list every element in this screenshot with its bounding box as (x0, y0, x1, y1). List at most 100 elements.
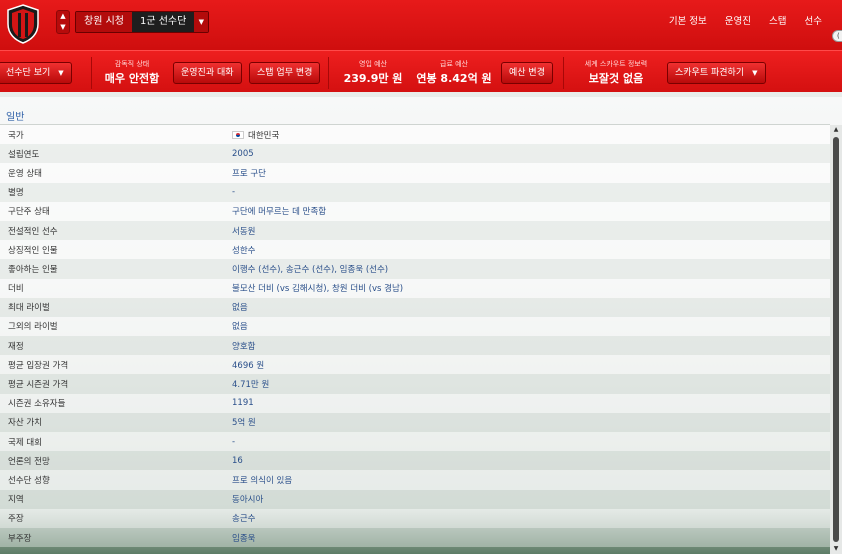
nav-players[interactable]: 선수 (805, 13, 822, 27)
info-row: 선수단 성향 프로 의식이 있음 (0, 470, 830, 490)
info-label: 좋아하는 인물 (8, 264, 58, 275)
info-label: 구단주 상태 (8, 207, 50, 218)
info-label: 재정 (8, 341, 24, 352)
info-value: 동아시아 (232, 495, 264, 506)
arrow-down-icon[interactable]: ▼ (57, 22, 69, 33)
info-row: 평균 시즌권 가격 4.71만 원 (0, 374, 830, 394)
scrollbar[interactable]: ▲ ▼ (830, 125, 842, 554)
manager-status: 감독직 상태 매우 안전함 (104, 60, 160, 85)
info-row: 상징적인 인물 성한수 (0, 240, 830, 260)
chevron-down-icon[interactable]: ▼ (194, 12, 209, 32)
staff-duty-button[interactable]: 스탭 업무 변경 (249, 62, 321, 84)
club-info-panel: 일반 국가 대한민국설립연도 2005 운영 상태 프로 구단별명 - 구단주 상태 구단에 … (0, 97, 842, 554)
info-value: - (232, 436, 236, 447)
info-value: 구단에 머무르는 데 만족함 (232, 207, 327, 218)
squad-name[interactable]: 1군 선수단 (131, 12, 195, 32)
squad-view-button[interactable]: 선수단 보기 ▼ (0, 62, 72, 84)
board-talk-button[interactable]: 운영진과 대화 (173, 62, 242, 84)
info-label: 국가 (8, 130, 24, 141)
info-value: 4696 원 (232, 360, 265, 371)
info-row: 운영 상태 프로 구단 (0, 163, 830, 183)
info-row: 그외의 라이벌 없음 (0, 316, 830, 337)
info-row: 언론의 전망 16 (0, 451, 830, 471)
scout-dispatch-button[interactable]: 스카우트 파견하기 ▼ (667, 62, 766, 84)
info-value: 없음 (232, 303, 248, 314)
info-label: 언론의 전망 (8, 456, 50, 467)
chevron-down-icon: ▼ (752, 69, 758, 77)
info-label: 국제 대회 (8, 437, 42, 448)
scout-knowledge: 세계 스카우트 정보력 보잘것 없음 (584, 60, 648, 85)
club-name[interactable]: 창원 시청 (76, 12, 132, 32)
info-value: 2005 (232, 148, 254, 159)
info-label: 별명 (8, 188, 24, 199)
info-value: 불모산 더비 (vs 김해시청), 창원 더비 (vs 경남) (232, 284, 404, 295)
transfer-budget: 영입 예산 239.9만 원 (343, 60, 403, 85)
info-row: 전설적인 선수 서동원 (0, 220, 830, 241)
toolbar: 선수단 보기 ▼ 감독직 상태 매우 안전함 운영진과 대화 스탭 업무 변경 영… (0, 50, 842, 92)
club-crest-icon[interactable] (6, 4, 40, 44)
info-value: 없음 (232, 322, 248, 333)
divider (91, 57, 92, 89)
info-row: 주장 송근수 (0, 508, 830, 528)
info-value: 5억 원 (232, 418, 256, 429)
club-selector[interactable]: 창원 시청 1군 선수단 ▼ (75, 11, 210, 33)
info-value: 4.71만 원 (232, 380, 270, 391)
club-switch-arrows[interactable]: ▲ ▼ (56, 10, 70, 34)
info-label: 운영 상태 (8, 168, 42, 179)
nav-staff[interactable]: 스탭 (769, 13, 786, 27)
info-list: 국가 대한민국설립연도 2005 운영 상태 프로 구단별명 - 구단주 상태 구단에 머무르… (0, 125, 830, 548)
more-nav-button[interactable]: ( (832, 30, 842, 42)
divider (563, 57, 564, 89)
info-value: 16 (232, 455, 243, 466)
info-label: 평균 입장권 가격 (8, 360, 69, 371)
info-label: 설립연도 (8, 149, 40, 160)
info-row: 좋아하는 인물 이행수 (선수), 송근수 (선수), 임종욱 (선수) (0, 259, 830, 279)
info-value: 성한수 (232, 245, 256, 256)
info-label: 자산 가치 (8, 418, 42, 429)
info-label: 더비 (8, 284, 24, 295)
nav-board[interactable]: 운영진 (725, 13, 751, 27)
info-label: 시즌권 소유자들 (8, 399, 66, 410)
info-row: 평균 입장권 가격 4696 원 (0, 355, 830, 375)
info-row: 지역 동아시아 (0, 489, 830, 509)
info-value: 프로 의식이 있음 (232, 475, 293, 486)
info-label: 선수단 성향 (8, 475, 50, 486)
info-label: 평균 시즌권 가격 (8, 380, 69, 391)
info-row: 국가 대한민국 (0, 125, 830, 145)
info-label: 그외의 라이벌 (8, 322, 58, 333)
info-label: 주장 (8, 514, 24, 525)
info-label: 최대 라이벌 (8, 303, 50, 314)
info-label: 상징적인 인물 (8, 245, 58, 256)
info-row: 설립연도 2005 (0, 144, 830, 164)
nation-name[interactable]: 대한민국 (248, 129, 279, 141)
info-value: 1191 (232, 398, 254, 409)
info-row: 시즌권 소유자들 1191 (0, 393, 830, 413)
divider (328, 57, 329, 89)
section-title: 일반 (6, 112, 25, 123)
info-row: 부주장 임종욱 (0, 527, 830, 548)
chevron-down-icon: ▼ (58, 69, 64, 77)
info-label: 부주장 (8, 533, 32, 544)
info-value: 대한민국 (232, 129, 279, 141)
info-value: 양호함 (232, 341, 256, 352)
scroll-down-icon[interactable]: ▼ (830, 544, 842, 554)
nav-overview[interactable]: 기본 정보 (669, 13, 707, 27)
info-value: 프로 구단 (232, 168, 266, 179)
scroll-up-icon[interactable]: ▲ (830, 125, 842, 135)
info-value: 송근수 (232, 514, 256, 525)
scroll-thumb[interactable] (833, 137, 839, 542)
info-row: 더비 불모산 더비 (vs 김해시청), 창원 더비 (vs 경남) (0, 278, 830, 298)
korea-flag-icon (232, 130, 244, 139)
info-row: 자산 가치 5억 원 (0, 412, 830, 432)
arrow-up-icon[interactable]: ▲ (57, 11, 69, 22)
info-row: 별명 - (0, 182, 830, 202)
wage-budget: 급료 예산 연봉 8.42억 원 (416, 60, 492, 85)
info-value: 서동원 (232, 226, 256, 237)
info-row: 최대 라이벌 없음 (0, 297, 830, 317)
info-value: 임종욱 (232, 533, 256, 544)
budget-change-button[interactable]: 예산 변경 (501, 62, 553, 84)
info-value: 이행수 (선수), 송근수 (선수), 임종욱 (선수) (232, 264, 389, 275)
info-row: 재정 양호함 (0, 336, 830, 356)
info-value: - (232, 187, 236, 198)
top-bar: ▲ ▼ 창원 시청 1군 선수단 ▼ 기본 정보 운영진 스탭 선수 ( (0, 0, 842, 50)
